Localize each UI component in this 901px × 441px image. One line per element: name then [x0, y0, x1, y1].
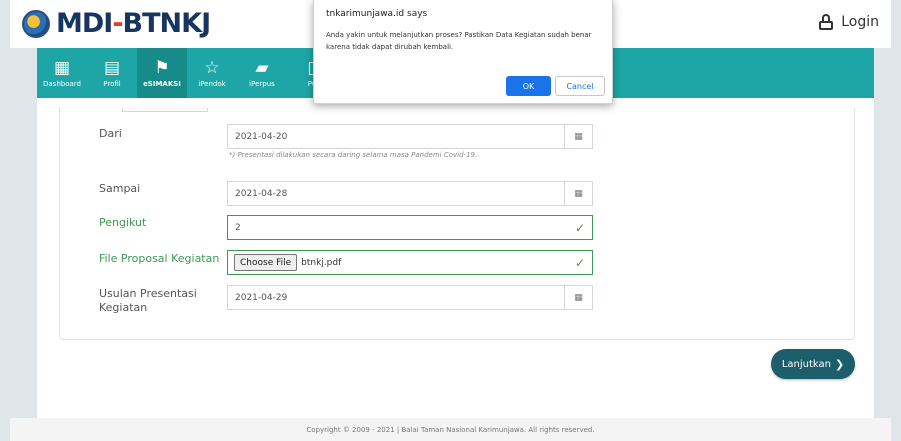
calendar-icon[interactable]: ▦ [564, 182, 592, 205]
document-icon: ▤ [103, 57, 121, 78]
lock-icon [819, 14, 834, 30]
tab-edge [122, 108, 208, 112]
calendar-icon[interactable]: ▦ [564, 286, 592, 309]
sampai-date-field[interactable]: 2021-04-28 ▦ [227, 181, 593, 206]
selected-filename: btnkj.pdf [301, 257, 342, 268]
sampai-value: 2021-04-28 [235, 188, 288, 199]
sampai-label: Sampai [99, 182, 141, 195]
logo-emblem-icon [22, 10, 50, 38]
dashboard-grid-icon: ▦ [53, 57, 71, 78]
dialog-title: tnkarimunjawa.id says [326, 9, 428, 19]
proposal-label: File Proposal Kegiatan [99, 252, 220, 265]
nav-item-label: iPendok [198, 79, 226, 88]
dialog-message: Anda yakin untuk melanjutkan proses? Pas… [326, 31, 592, 51]
login-link[interactable]: Login [819, 14, 879, 30]
copyright-text: Copyright © 2009 - 2021 | Balai Taman Na… [306, 426, 595, 434]
dari-label: Dari [99, 127, 122, 140]
chevron-right-icon: ❯ [834, 357, 845, 371]
check-icon: ✓ [574, 220, 586, 235]
nav-item-dashboard[interactable]: ▦ Dashboard [37, 48, 87, 98]
nav-item-label: eSIMAKSI [143, 79, 181, 88]
site-logo[interactable]: MDI-BTNKJ [22, 8, 211, 39]
nav-item-label: Dashboard [43, 79, 81, 88]
covid-hint: *) Presentasi dilakukan secara daring se… [229, 151, 478, 159]
footer: Copyright © 2009 - 2021 | Balai Taman Na… [10, 418, 891, 441]
lanjutkan-button[interactable]: Lanjutkan ❯ [771, 349, 855, 379]
dialog-cancel-button[interactable]: Cancel [555, 76, 605, 96]
nav-item-ipendok[interactable]: ☆ iPendok [187, 48, 237, 98]
login-label: Login [841, 14, 879, 30]
pengikut-value: 2 [235, 222, 241, 233]
map-signs-icon: ⚑ [154, 57, 170, 78]
pengikut-label: Pengikut [99, 216, 147, 229]
usulan-label-line2: Kegiatan [99, 301, 148, 314]
dari-date-field[interactable]: 2021-04-20 ▦ [227, 124, 593, 149]
nav-item-iperpus[interactable]: ▰ iPerpus [237, 48, 287, 98]
nav-item-label: iPerpus [249, 79, 275, 88]
book-icon: ▰ [255, 57, 269, 78]
star-icon: ☆ [204, 57, 220, 78]
dari-value: 2021-04-20 [235, 131, 288, 142]
logo-text: MDI-BTNKJ [56, 8, 211, 39]
check-icon: ✓ [574, 255, 586, 270]
usulan-label-line1: Usulan Presentasi [99, 287, 197, 300]
usulan-label: Usulan Presentasi Kegiatan [99, 287, 197, 315]
pengikut-input[interactable]: 2 ✓ [227, 215, 593, 240]
nav-item-profil[interactable]: ▤ Profil [87, 48, 137, 98]
main-content: Dari 2021-04-20 ▦ *) Presentasi dilakuka… [37, 98, 874, 418]
proposal-file-field[interactable]: Choose File btnkj.pdf ✓ [227, 250, 593, 275]
usulan-value: 2021-04-29 [235, 292, 288, 303]
choose-file-button[interactable]: Choose File [234, 254, 298, 271]
lanjutkan-label: Lanjutkan [781, 358, 831, 370]
confirm-dialog: tnkarimunjawa.id says Anda yakin untuk m… [313, 0, 613, 104]
dialog-ok-button[interactable]: OK [506, 76, 551, 96]
nav-item-label: Profil [103, 79, 121, 88]
nav-item-esimaksi[interactable]: ⚑ eSIMAKSI [137, 48, 187, 98]
calendar-icon[interactable]: ▦ [564, 125, 592, 148]
usulan-date-field[interactable]: 2021-04-29 ▦ [227, 285, 593, 310]
